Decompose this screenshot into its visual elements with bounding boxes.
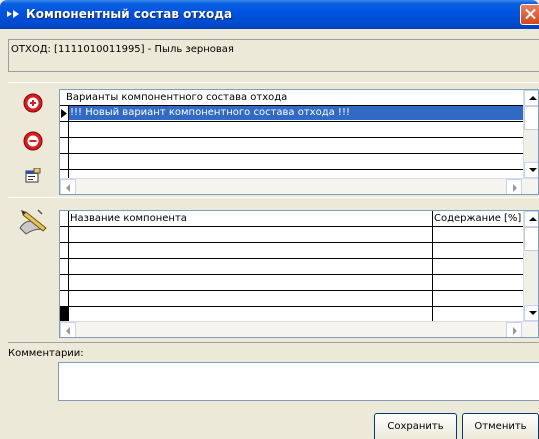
- variants-horizontal-scrollbar[interactable]: [60, 178, 538, 194]
- row-indicator: [60, 122, 69, 137]
- variants-grid-header: Варианты компонентного состава отхода: [60, 90, 523, 106]
- variants-vertical-scrollbar[interactable]: [523, 90, 538, 178]
- scroll-up-button[interactable]: [524, 90, 538, 106]
- variants-column-header: Варианты компонентного состава отхода: [66, 92, 288, 103]
- table-row[interactable]: [60, 227, 523, 243]
- scroll-up-button[interactable]: [524, 211, 538, 227]
- save-button[interactable]: Сохранить: [374, 413, 457, 439]
- row-indicator: [60, 154, 69, 169]
- arrow-up-icon: [529, 96, 537, 100]
- selected-cell[interactable]: !!! Новый вариант компонентного состава …: [69, 106, 523, 120]
- variants-grid[interactable]: Варианты компонентного состава отхода !!…: [59, 89, 539, 195]
- row-pointer-icon: [61, 109, 67, 118]
- scroll-down-button[interactable]: [524, 162, 538, 178]
- arrow-down-icon: [529, 168, 537, 172]
- row-indicator: [60, 227, 69, 242]
- components-vertical-scrollbar[interactable]: [523, 211, 538, 321]
- table-row[interactable]: !!! Новый вариант компонентного состава …: [60, 106, 523, 122]
- row-indicator: [60, 211, 69, 226]
- waste-header-panel: ОТХОД: [1111010011995] - Пыль зерновая: [8, 39, 539, 72]
- window-title: Компонентный состав отхода: [26, 7, 233, 21]
- content-percent-header: Содержание [%]: [434, 213, 522, 224]
- scroll-left-button[interactable]: [60, 179, 76, 194]
- title-bar[interactable]: Компонентный состав отхода: [0, 0, 539, 29]
- comments-input[interactable]: [58, 362, 539, 401]
- arrow-right-icon: [513, 327, 517, 335]
- scroll-right-button[interactable]: [506, 322, 522, 337]
- components-grid[interactable]: Название компонента Содержание [%]: [59, 210, 539, 338]
- scroll-right-button[interactable]: [506, 179, 522, 194]
- table-row[interactable]: [60, 259, 523, 275]
- scroll-down-button[interactable]: [524, 305, 538, 321]
- row-indicator: [60, 291, 69, 306]
- row-indicator: [60, 275, 69, 290]
- row-indicator: [60, 138, 69, 153]
- table-row[interactable]: [60, 154, 523, 170]
- variant-name: !!! Новый вариант компонентного состава …: [70, 107, 350, 118]
- properties-icon[interactable]: [25, 168, 41, 184]
- table-row[interactable]: [60, 243, 523, 259]
- arrow-left-icon: [66, 327, 70, 335]
- scroll-thumb[interactable]: [524, 106, 538, 130]
- row-indicator: [60, 243, 69, 258]
- comments-label: Комментарии:: [8, 348, 84, 359]
- close-button[interactable]: [520, 4, 539, 25]
- cancel-button[interactable]: Отменить: [462, 413, 539, 439]
- variants-group: Варианты компонентного состава отхода !!…: [8, 82, 539, 198]
- pen-scroll-icon[interactable]: [18, 208, 50, 236]
- row-indicator: [60, 106, 69, 121]
- table-row[interactable]: [60, 275, 523, 291]
- add-circle-icon[interactable]: [23, 93, 43, 113]
- components-horizontal-scrollbar[interactable]: [60, 321, 538, 337]
- table-row[interactable]: [60, 122, 523, 138]
- remove-circle-icon[interactable]: [23, 131, 43, 151]
- components-group: Название компонента Содержание [%]: [8, 197, 539, 343]
- scroll-left-button[interactable]: [60, 322, 76, 337]
- components-grid-header: Название компонента Содержание [%]: [60, 211, 523, 227]
- waste-label: ОТХОД: [1111010011995] - Пыль зерновая: [11, 44, 234, 55]
- arrow-up-icon: [529, 217, 537, 221]
- arrow-down-icon: [529, 311, 537, 315]
- arrow-left-icon: [66, 184, 70, 192]
- table-row[interactable]: [60, 138, 523, 154]
- arrow-right-icon: [513, 184, 517, 192]
- scroll-thumb[interactable]: [524, 227, 538, 251]
- table-row[interactable]: [60, 291, 523, 307]
- component-name-header: Название компонента: [70, 213, 187, 224]
- arrows-icon: [7, 10, 19, 18]
- row-indicator: [60, 259, 69, 274]
